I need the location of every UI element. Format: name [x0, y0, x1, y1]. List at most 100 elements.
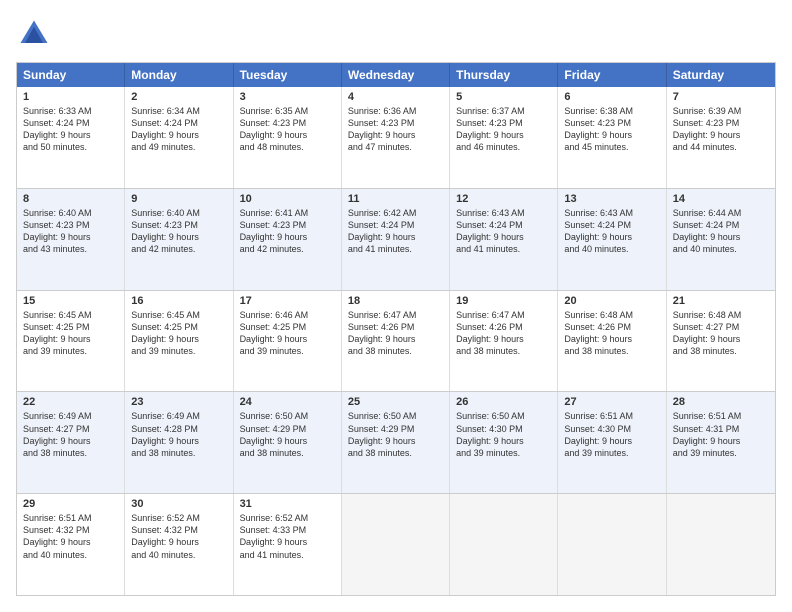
- day-number: 6: [564, 91, 659, 103]
- day-info: Sunrise: 6:39 AM Sunset: 4:23 PM Dayligh…: [673, 105, 769, 154]
- day-info: Sunrise: 6:43 AM Sunset: 4:24 PM Dayligh…: [456, 207, 551, 256]
- day-cell-12: 12 Sunrise: 6:43 AM Sunset: 4:24 PM Dayli…: [450, 189, 558, 290]
- day-info: Sunrise: 6:38 AM Sunset: 4:23 PM Dayligh…: [564, 105, 659, 154]
- day-cell-28: 28 Sunrise: 6:51 AM Sunset: 4:31 PM Dayli…: [667, 392, 775, 493]
- day-cell-4: 4 Sunrise: 6:36 AM Sunset: 4:23 PM Daylig…: [342, 87, 450, 188]
- day-header-saturday: Saturday: [667, 63, 775, 87]
- day-cell-2: 2Sunrise: 6:34 AM Sunset: 4:24 PM Daylig…: [125, 87, 233, 188]
- day-header-monday: Monday: [125, 63, 233, 87]
- day-number: 3: [240, 91, 335, 103]
- day-header-sunday: Sunday: [17, 63, 125, 87]
- day-number: 24: [240, 396, 335, 408]
- day-number: 27: [564, 396, 659, 408]
- day-info: Sunrise: 6:50 AM Sunset: 4:29 PM Dayligh…: [240, 410, 335, 459]
- day-number: 16: [131, 295, 226, 307]
- day-info: Sunrise: 6:51 AM Sunset: 4:31 PM Dayligh…: [673, 410, 769, 459]
- day-number: 10: [240, 193, 335, 205]
- day-number: 11: [348, 193, 443, 205]
- day-info: Sunrise: 6:52 AM Sunset: 4:32 PM Dayligh…: [131, 512, 226, 561]
- day-info: Sunrise: 6:43 AM Sunset: 4:24 PM Dayligh…: [564, 207, 659, 256]
- day-number: 15: [23, 295, 118, 307]
- day-info: Sunrise: 6:51 AM Sunset: 4:30 PM Dayligh…: [564, 410, 659, 459]
- day-number: 29: [23, 498, 118, 510]
- day-cell-18: 18 Sunrise: 6:47 AM Sunset: 4:26 PM Dayli…: [342, 291, 450, 392]
- day-cell-9: 9Sunrise: 6:40 AM Sunset: 4:23 PM Daylig…: [125, 189, 233, 290]
- calendar-row: 22 Sunrise: 6:49 AM Sunset: 4:27 PM Dayli…: [17, 391, 775, 493]
- day-cell-1: 1 Sunrise: 6:33 AM Sunset: 4:24 PM Daylig…: [17, 87, 125, 188]
- day-cell-31: 31 Sunrise: 6:52 AM Sunset: 4:33 PM Dayli…: [234, 494, 342, 595]
- day-info: Sunrise: 6:41 AM Sunset: 4:23 PM Dayligh…: [240, 207, 335, 256]
- calendar-row: 29 Sunrise: 6:51 AM Sunset: 4:32 PM Dayli…: [17, 493, 775, 595]
- day-info: Sunrise: 6:42 AM Sunset: 4:24 PM Dayligh…: [348, 207, 443, 256]
- day-cell-19: 19Sunrise: 6:47 AM Sunset: 4:26 PM Dayli…: [450, 291, 558, 392]
- day-info: Sunrise: 6:52 AM Sunset: 4:33 PM Dayligh…: [240, 512, 335, 561]
- day-number: 4: [348, 91, 443, 103]
- calendar: SundayMondayTuesdayWednesdayThursdayFrid…: [16, 62, 776, 596]
- day-cell-23: 23Sunrise: 6:49 AM Sunset: 4:28 PM Dayli…: [125, 392, 233, 493]
- day-cell-11: 11 Sunrise: 6:42 AM Sunset: 4:24 PM Dayli…: [342, 189, 450, 290]
- day-number: 22: [23, 396, 118, 408]
- day-info: Sunrise: 6:48 AM Sunset: 4:26 PM Dayligh…: [564, 309, 659, 358]
- day-cell-20: 20 Sunrise: 6:48 AM Sunset: 4:26 PM Dayli…: [558, 291, 666, 392]
- calendar-row: 8 Sunrise: 6:40 AM Sunset: 4:23 PM Daylig…: [17, 188, 775, 290]
- day-number: 13: [564, 193, 659, 205]
- day-cell-15: 15 Sunrise: 6:45 AM Sunset: 4:25 PM Dayli…: [17, 291, 125, 392]
- calendar-row: 15 Sunrise: 6:45 AM Sunset: 4:25 PM Dayli…: [17, 290, 775, 392]
- day-number: 2: [131, 91, 226, 103]
- calendar-body: 1 Sunrise: 6:33 AM Sunset: 4:24 PM Daylig…: [17, 87, 775, 595]
- empty-cell: [450, 494, 558, 595]
- logo-icon: [16, 16, 52, 52]
- day-info: Sunrise: 6:49 AM Sunset: 4:27 PM Dayligh…: [23, 410, 118, 459]
- day-number: 18: [348, 295, 443, 307]
- day-info: Sunrise: 6:50 AM Sunset: 4:30 PM Dayligh…: [456, 410, 551, 459]
- day-number: 31: [240, 498, 335, 510]
- day-info: Sunrise: 6:46 AM Sunset: 4:25 PM Dayligh…: [240, 309, 335, 358]
- empty-cell: [667, 494, 775, 595]
- page: SundayMondayTuesdayWednesdayThursdayFrid…: [0, 0, 792, 612]
- day-cell-30: 30 Sunrise: 6:52 AM Sunset: 4:32 PM Dayli…: [125, 494, 233, 595]
- day-cell-3: 3Sunrise: 6:35 AM Sunset: 4:23 PM Daylig…: [234, 87, 342, 188]
- day-info: Sunrise: 6:49 AM Sunset: 4:28 PM Dayligh…: [131, 410, 226, 459]
- day-info: Sunrise: 6:36 AM Sunset: 4:23 PM Dayligh…: [348, 105, 443, 154]
- day-info: Sunrise: 6:40 AM Sunset: 4:23 PM Dayligh…: [23, 207, 118, 256]
- day-number: 28: [673, 396, 769, 408]
- day-number: 30: [131, 498, 226, 510]
- day-number: 21: [673, 295, 769, 307]
- empty-cell: [342, 494, 450, 595]
- day-info: Sunrise: 6:50 AM Sunset: 4:29 PM Dayligh…: [348, 410, 443, 459]
- day-header-tuesday: Tuesday: [234, 63, 342, 87]
- day-info: Sunrise: 6:33 AM Sunset: 4:24 PM Dayligh…: [23, 105, 118, 154]
- day-info: Sunrise: 6:45 AM Sunset: 4:25 PM Dayligh…: [131, 309, 226, 358]
- day-number: 8: [23, 193, 118, 205]
- day-info: Sunrise: 6:47 AM Sunset: 4:26 PM Dayligh…: [348, 309, 443, 358]
- day-number: 20: [564, 295, 659, 307]
- logo: [16, 16, 58, 52]
- day-info: Sunrise: 6:37 AM Sunset: 4:23 PM Dayligh…: [456, 105, 551, 154]
- day-cell-25: 25 Sunrise: 6:50 AM Sunset: 4:29 PM Dayli…: [342, 392, 450, 493]
- day-cell-29: 29 Sunrise: 6:51 AM Sunset: 4:32 PM Dayli…: [17, 494, 125, 595]
- day-number: 17: [240, 295, 335, 307]
- day-cell-16: 16 Sunrise: 6:45 AM Sunset: 4:25 PM Dayli…: [125, 291, 233, 392]
- header: [16, 16, 776, 52]
- day-number: 25: [348, 396, 443, 408]
- day-number: 12: [456, 193, 551, 205]
- day-header-friday: Friday: [558, 63, 666, 87]
- calendar-row: 1 Sunrise: 6:33 AM Sunset: 4:24 PM Daylig…: [17, 87, 775, 188]
- day-number: 7: [673, 91, 769, 103]
- day-number: 5: [456, 91, 551, 103]
- day-cell-24: 24 Sunrise: 6:50 AM Sunset: 4:29 PM Dayli…: [234, 392, 342, 493]
- day-header-wednesday: Wednesday: [342, 63, 450, 87]
- day-number: 26: [456, 396, 551, 408]
- day-info: Sunrise: 6:44 AM Sunset: 4:24 PM Dayligh…: [673, 207, 769, 256]
- day-cell-7: 7 Sunrise: 6:39 AM Sunset: 4:23 PM Daylig…: [667, 87, 775, 188]
- day-info: Sunrise: 6:51 AM Sunset: 4:32 PM Dayligh…: [23, 512, 118, 561]
- day-info: Sunrise: 6:45 AM Sunset: 4:25 PM Dayligh…: [23, 309, 118, 358]
- calendar-header: SundayMondayTuesdayWednesdayThursdayFrid…: [17, 63, 775, 87]
- day-number: 1: [23, 91, 118, 103]
- day-number: 19: [456, 295, 551, 307]
- day-cell-10: 10 Sunrise: 6:41 AM Sunset: 4:23 PM Dayli…: [234, 189, 342, 290]
- day-cell-8: 8 Sunrise: 6:40 AM Sunset: 4:23 PM Daylig…: [17, 189, 125, 290]
- empty-cell: [558, 494, 666, 595]
- day-cell-22: 22 Sunrise: 6:49 AM Sunset: 4:27 PM Dayli…: [17, 392, 125, 493]
- day-header-thursday: Thursday: [450, 63, 558, 87]
